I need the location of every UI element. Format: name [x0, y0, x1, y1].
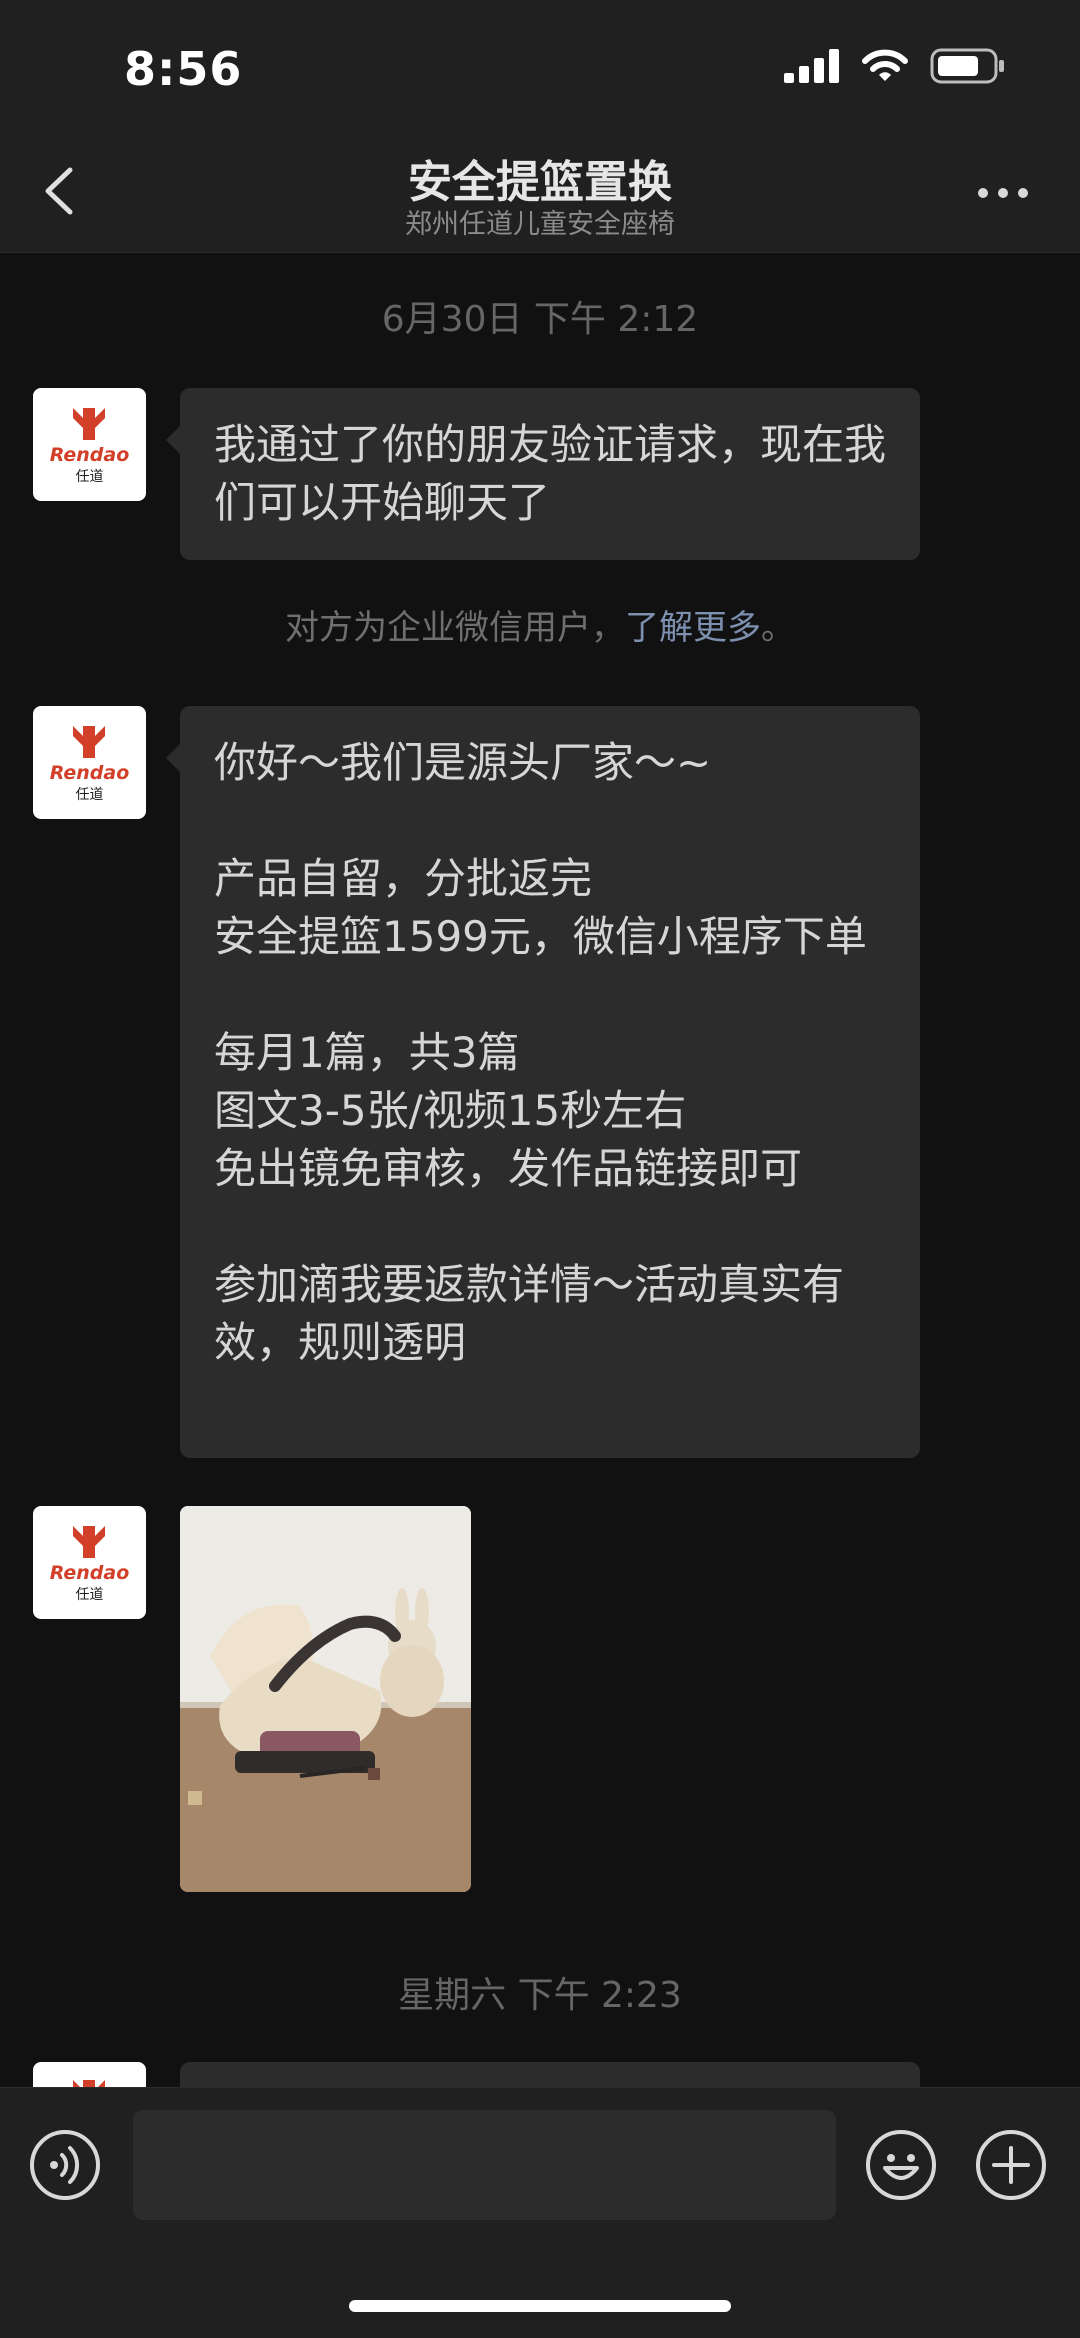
status-bar: 8:56: [0, 0, 1080, 130]
message-bubble[interactable]: 我通过了你的朋友验证请求，现在我们可以开始聊天了: [166, 388, 920, 560]
logo-cn: 任道: [75, 787, 104, 803]
voice-icon: [50, 2146, 80, 2184]
more-functions-button[interactable]: [976, 2130, 1046, 2200]
emoji-button[interactable]: [866, 2130, 936, 2200]
avatar[interactable]: [33, 2062, 146, 2090]
system-notice-end: 。: [761, 608, 795, 648]
plus-icon: [992, 2146, 1030, 2184]
battery-icon: [930, 48, 1004, 84]
message-text: 你好～我们是源头厂家～~ 产品自留，分批返完 安全提篮1599元，微信小程序下单…: [214, 738, 867, 1367]
chat-subtitle: 郑州任道儿童安全座椅: [405, 209, 675, 240]
avatar[interactable]: Rendao 任道: [33, 1506, 146, 1619]
chat-title: 安全提篮置换: [408, 157, 672, 208]
status-icons: [784, 48, 1006, 84]
emoji-icon: [883, 2154, 919, 2180]
system-notice: 对方为企业微信用户，了解更多。: [0, 600, 1080, 649]
message-bubble[interactable]: 你好～我们是源头厂家～~ 产品自留，分批返完 安全提篮1599元，微信小程序下单…: [166, 706, 920, 1458]
message-bubble[interactable]: [180, 2062, 920, 2088]
logo-text: Rendao: [49, 762, 130, 784]
rendao-logo-icon: [73, 1526, 105, 1558]
learn-more-link[interactable]: 了解更多: [625, 608, 761, 648]
logo-cn: 任道: [75, 1587, 104, 1603]
voice-input-button[interactable]: [30, 2130, 100, 2200]
status-time: 8:56: [124, 42, 243, 96]
rendao-logo-icon: [73, 408, 105, 440]
system-notice-text: 对方为企业微信用户，: [285, 608, 625, 648]
more-icon[interactable]: [978, 188, 1028, 198]
logo-text: Rendao: [49, 444, 130, 466]
logo-text: Rendao: [49, 1562, 130, 1584]
baby-car-seat-photo: [180, 1506, 471, 1892]
message-text: 我通过了你的朋友验证请求，现在我们可以开始聊天了: [214, 420, 887, 527]
rendao-logo-icon: [73, 726, 105, 758]
chat-header: 安全提篮置换 郑州任道儿童安全座椅: [0, 130, 1080, 253]
logo-cn: 任道: [75, 469, 104, 485]
home-indicator[interactable]: [349, 2300, 731, 2312]
signal-icon: [784, 49, 839, 83]
message-input[interactable]: [133, 2110, 836, 2220]
avatar[interactable]: Rendao 任道: [33, 388, 146, 501]
image-message[interactable]: [180, 1506, 471, 1892]
wifi-icon: [862, 49, 908, 81]
timestamp: 星期六 下午 2:23: [398, 1975, 682, 2016]
avatar[interactable]: Rendao 任道: [33, 706, 146, 819]
timestamp: 6月30日 下午 2:12: [381, 299, 699, 340]
